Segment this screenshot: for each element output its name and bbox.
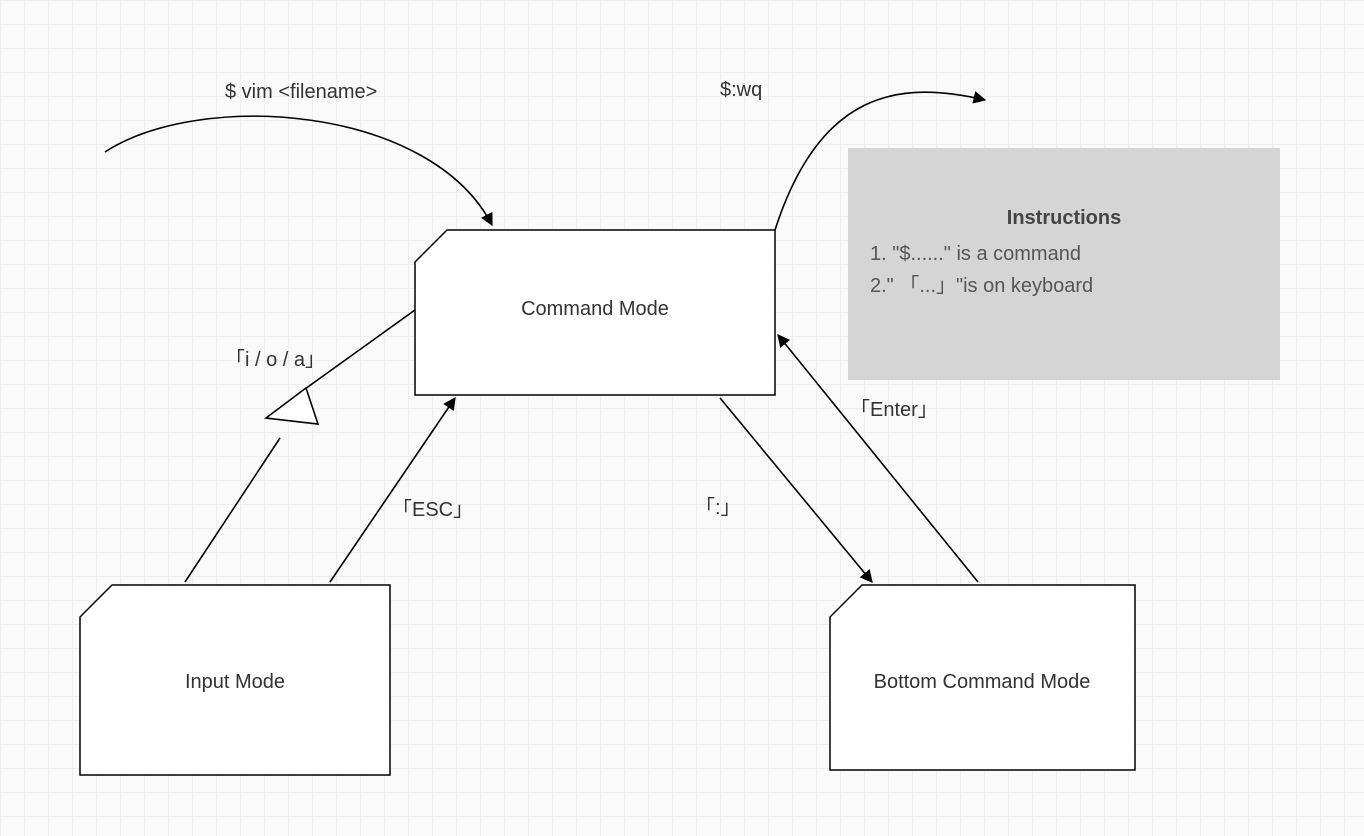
edge-esc: 「ESC」 — [330, 398, 473, 582]
node-input-mode: Input Mode — [80, 585, 390, 775]
instructions-line-1: 1. "$......" is a command — [870, 243, 1081, 265]
node-input-mode-label: Input Mode — [185, 671, 285, 693]
edge-enter-label: 「Enter」 — [850, 398, 938, 421]
edge-esc-label: 「ESC」 — [392, 498, 473, 521]
node-bottom-command-mode-label: Bottom Command Mode — [874, 671, 1091, 693]
diagram-canvas: Command Mode Input Mode Bottom Command M… — [0, 0, 1364, 836]
instructions-line-2: 2." 「...」"is on keyboard — [870, 274, 1093, 297]
edge-vim-label: $ vim <filename> — [225, 81, 377, 103]
edge-vim: $ vim <filename> — [105, 81, 492, 225]
edge-wq-label: $:wq — [720, 79, 762, 101]
instructions-title: Instructions — [1007, 207, 1121, 229]
instructions-box: Instructions 1. "$......" is a command 2… — [848, 148, 1280, 380]
edge-ioa-label: 「i / o / a」 — [225, 348, 325, 371]
node-command-mode-label: Command Mode — [521, 298, 669, 320]
node-command-mode: Command Mode — [415, 230, 775, 395]
edge-colon-label: 「:」 — [695, 496, 741, 519]
node-bottom-command-mode: Bottom Command Mode — [830, 585, 1135, 770]
edge-colon: 「:」 — [695, 398, 872, 582]
edge-ioa: 「i / o / a」 — [185, 310, 415, 582]
